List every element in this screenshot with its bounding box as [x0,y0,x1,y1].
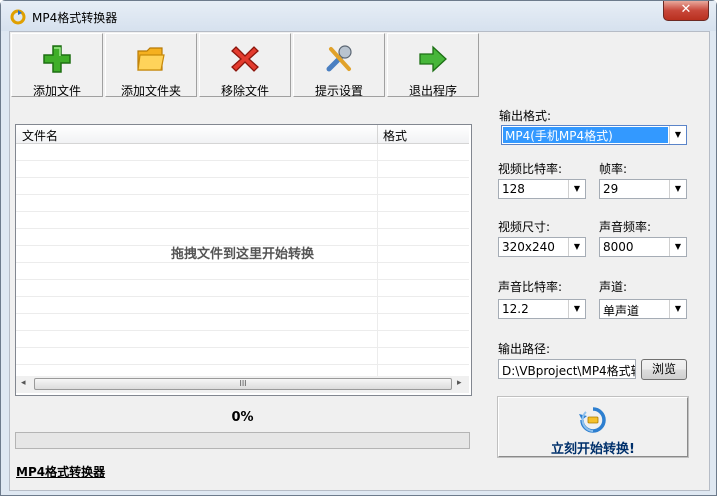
add-folder-label: 添加文件夹 [120,84,181,98]
window-title: MP4格式转换器 [32,11,118,25]
circular-arrow-icon [10,9,26,25]
title-bar[interactable]: MP4格式转换器 ✕ [1,1,716,31]
video-bitrate-label: 视频比特率: [498,162,563,176]
output-format-select[interactable]: MP4(手机MP4格式) ▼ [501,125,687,145]
output-path-value: D:\VBproject\MP4格式转换器 [502,364,635,378]
settings-label: 提示设置 [314,84,363,98]
column-divider[interactable] [377,125,378,143]
convert-icon [579,407,606,433]
file-list[interactable]: 文件名 格式 拖拽文件到这里开始转换 ◂ III ▸ [15,124,472,396]
audio-bitrate-select[interactable]: 12.2 ▼ [498,299,586,319]
chevron-down-icon[interactable]: ▼ [669,238,686,256]
channel-value: 单声道 [603,304,640,318]
app-window: MP4格式转换器 ✕ 添加文件 添加文件夹 移除文件 提示设置 退出程序 文件名… [0,0,717,496]
chevron-down-icon[interactable]: ▼ [669,126,686,144]
column-format[interactable]: 格式 [383,127,407,144]
remove-file-button[interactable]: 移除文件 [199,33,291,98]
output-path-field[interactable]: D:\VBproject\MP4格式转换器 [498,359,636,379]
scroll-left-icon[interactable]: ◂ [21,378,26,388]
start-convert-label: 立刻开始转换! [551,442,635,457]
green-arrow-right-icon [419,45,447,73]
settings-button[interactable]: 提示设置 [293,33,385,98]
tools-icon [326,45,352,72]
drop-hint: 拖拽文件到这里开始转换 [170,247,314,262]
frame-rate-value: 29 [603,182,619,196]
frame-rate-label: 帧率: [599,162,628,176]
red-x-icon [231,46,259,72]
audio-bitrate-label: 声音比特率: [498,280,563,294]
chevron-down-icon[interactable]: ▼ [568,300,585,318]
exit-button[interactable]: 退出程序 [387,33,479,98]
exit-label: 退出程序 [408,84,457,98]
progress-bar [15,432,470,449]
main-panel: 添加文件 添加文件夹 移除文件 提示设置 退出程序 文件名 格式 拖拽文件到这里… [9,31,710,491]
chevron-down-icon[interactable]: ▼ [568,238,585,256]
audio-rate-label: 声音频率: [599,220,652,234]
video-bitrate-select[interactable]: 128 ▼ [498,179,586,199]
footer-link[interactable]: MP4格式转换器 [16,463,105,480]
frame-rate-select[interactable]: 29 ▼ [599,179,687,199]
browse-button[interactable]: 浏览 [641,359,687,380]
horizontal-scrollbar[interactable]: ◂ III ▸ [16,376,469,393]
chevron-down-icon[interactable]: ▼ [669,300,686,318]
add-file-button[interactable]: 添加文件 [11,33,103,98]
output-format-label: 输出格式: [499,109,552,123]
add-folder-button[interactable]: 添加文件夹 [105,33,197,98]
output-format-value: MP4(手机MP4格式) [503,127,668,143]
folder-icon [137,47,165,71]
audio-rate-value: 8000 [603,240,634,254]
column-filename[interactable]: 文件名 [22,127,58,144]
audio-bitrate-value: 12.2 [502,302,529,316]
output-path-label: 输出路径: [498,342,551,356]
video-size-value: 320x240 [502,240,555,254]
start-convert-button[interactable]: 立刻开始转换! [497,396,689,458]
chevron-down-icon[interactable]: ▼ [568,180,585,198]
channel-label: 声道: [599,280,628,294]
close-button[interactable]: ✕ [663,1,709,21]
add-file-label: 添加文件 [32,84,81,98]
list-header: 文件名 格式 [16,125,469,144]
progress-percent: 0% [231,410,254,425]
chevron-down-icon[interactable]: ▼ [669,180,686,198]
green-plus-icon [43,45,71,73]
video-size-label: 视频尺寸: [498,220,551,234]
toolbar: 添加文件 添加文件夹 移除文件 提示设置 退出程序 [11,33,483,99]
remove-file-label: 移除文件 [220,84,269,98]
channel-select[interactable]: 单声道 ▼ [599,299,687,319]
scroll-thumb[interactable]: III [34,378,452,390]
video-bitrate-value: 128 [502,182,525,196]
video-size-select[interactable]: 320x240 ▼ [498,237,586,257]
audio-rate-select[interactable]: 8000 ▼ [599,237,687,257]
scroll-right-icon[interactable]: ▸ [457,378,462,388]
